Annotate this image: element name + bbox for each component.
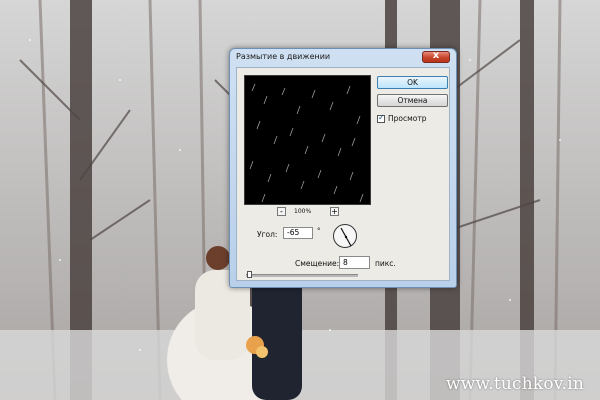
ok-button[interactable]: OK xyxy=(377,76,448,89)
close-button[interactable]: x xyxy=(422,50,450,63)
dialog-titlebar[interactable]: Размытие в движении x xyxy=(230,49,456,67)
zoom-out-button[interactable]: - xyxy=(277,207,286,216)
offset-slider-track[interactable] xyxy=(246,274,358,277)
zoom-in-button[interactable]: + xyxy=(330,207,339,216)
preview-checkbox[interactable] xyxy=(377,113,385,123)
close-icon: x xyxy=(432,50,440,61)
offset-label: Смещение: xyxy=(295,259,340,268)
dialog-title: Размытие в движении xyxy=(236,52,331,61)
angle-label: Угол: xyxy=(257,230,278,239)
preview-label: Просмотр xyxy=(388,114,427,123)
angle-dial-needle-icon xyxy=(340,227,352,247)
angle-dial[interactable] xyxy=(333,224,357,248)
watermark: www.tuchkov.in xyxy=(445,374,584,394)
dialog-body: - 100% + OK Отмена Просмотр Угол: -65 ° … xyxy=(236,67,450,281)
motion-blur-dialog: Размытие в движении x - 100% + OK Отмена… xyxy=(229,48,457,288)
preview-image xyxy=(245,76,370,204)
zoom-controls: - 100% + xyxy=(277,207,339,219)
zoom-level: 100% xyxy=(294,208,312,215)
angle-unit: ° xyxy=(317,227,321,235)
offset-field[interactable]: 8 xyxy=(339,256,370,269)
cancel-button[interactable]: Отмена xyxy=(377,94,448,107)
offset-unit: пикс. xyxy=(375,259,396,268)
offset-slider-thumb[interactable] xyxy=(247,271,252,278)
filter-preview-pane[interactable] xyxy=(244,75,371,205)
angle-field[interactable]: -65 xyxy=(283,227,313,239)
